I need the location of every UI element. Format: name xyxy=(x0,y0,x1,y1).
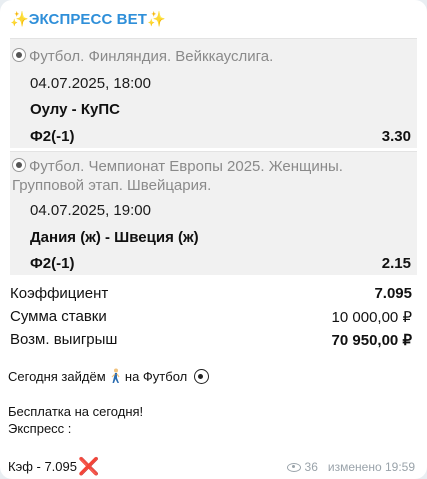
league-line: Футбол. Чемпионат Европы 2025. Женщины. … xyxy=(12,158,343,194)
message-card: ✨ ЭКСПРЕСС ВЕТ ✨ Футбол. Финляндия. Вейк… xyxy=(0,0,427,479)
match-teams: Оулу - КуПС xyxy=(30,101,120,118)
runner-emoji-icon xyxy=(111,368,120,383)
stake-label: Сумма ставки xyxy=(10,308,107,325)
bet-card-1: Футбол. Финляндия. Вейккауслига. 04.07.2… xyxy=(10,38,417,148)
league-line: Футбол. Финляндия. Вейккауслига. xyxy=(12,47,273,66)
message-line-1: Сегодня зайдём на Футбол xyxy=(8,368,209,384)
sparkle-right-icon: ✨ xyxy=(146,11,166,28)
forwarded-header[interactable]: ✨ ЭКСПРЕСС ВЕТ ✨ xyxy=(0,0,427,38)
soccer-ball-icon xyxy=(12,48,26,62)
edited-timestamp: изменено 19:59 xyxy=(327,460,415,474)
soccer-ball-icon xyxy=(12,158,26,172)
sparkle-left-icon: ✨ xyxy=(10,11,29,28)
match-datetime: 04.07.2025, 19:00 xyxy=(30,202,151,219)
view-count: 36 xyxy=(304,460,318,474)
stake-value: 10 000,00 ₽ xyxy=(331,309,412,326)
cross-mark-icon: ❌ xyxy=(78,457,100,476)
coefficient-value: 7.095 xyxy=(374,285,412,302)
bet-odds: 2.15 xyxy=(381,255,411,272)
bet-card-2: Футбол. Чемпионат Европы 2025. Женщины. … xyxy=(10,151,417,275)
message-line-3: Экспресс : xyxy=(8,421,72,436)
message-meta: 36 изменено 19:59 xyxy=(286,460,415,474)
match-datetime: 04.07.2025, 18:00 xyxy=(30,75,151,92)
soccer-ball-emoji-icon xyxy=(193,369,209,384)
eye-icon xyxy=(286,462,301,472)
bet-market: Ф2(-1) xyxy=(30,128,75,145)
message-line-2: Бесплатка на сегодня! xyxy=(8,404,144,419)
bet-market: Ф2(-1) xyxy=(30,255,75,272)
potential-win-value: 70 950,00 ₽ xyxy=(331,332,412,349)
message-line-4: Кэф - 7.095❌ xyxy=(8,457,100,476)
match-teams: Дания (ж) - Швеция (ж) xyxy=(30,229,199,246)
channel-title[interactable]: ЭКСПРЕСС ВЕТ xyxy=(29,11,147,28)
bet-odds: 3.30 xyxy=(381,128,411,145)
potential-win-label: Возм. выигрыш xyxy=(10,331,118,348)
coefficient-label: Коэффициент xyxy=(10,285,109,302)
